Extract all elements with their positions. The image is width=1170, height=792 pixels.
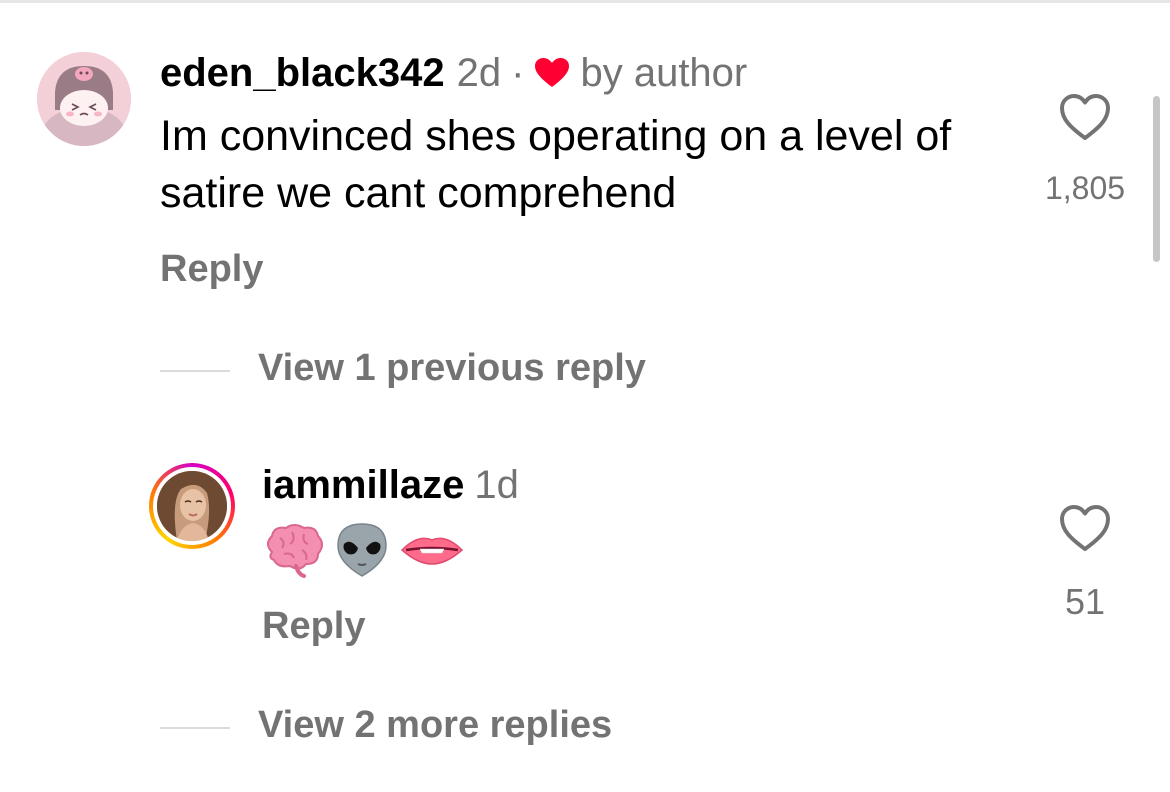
reply-button[interactable]: Reply [262,603,365,649]
comment-header: iammillaze 1d [262,462,519,508]
biting-lip-emoji [400,537,464,565]
avatar[interactable] [37,52,131,146]
username[interactable]: eden_black342 [160,51,445,95]
liked-by-author-label: by author [580,51,748,95]
like-count: 51 [1064,581,1106,622]
alien-emoji [337,523,387,577]
thread-line [160,727,230,729]
like-count: 1,805 [1044,170,1126,206]
profile-photo-avatar [157,471,227,541]
brain-emoji [267,524,323,578]
comment-text: Im convinced shes operating on a level o… [160,112,952,217]
comment-header: eden_black342 2d · by author [160,50,747,96]
view-previous-replies-button[interactable]: View 1 previous reply [258,345,646,391]
username[interactable]: iammillaze [262,463,464,507]
top-divider [0,0,1170,3]
view-more-replies-button[interactable]: View 2 more replies [258,702,612,748]
heart-outline-icon[interactable] [1058,503,1112,553]
thread-line [160,370,230,372]
separator: · [511,51,525,95]
timestamp: 1d [474,463,519,507]
cartoon-avatar-icon [37,52,131,146]
avatar-story-ring[interactable] [149,463,235,549]
heart-outline-icon[interactable] [1058,92,1112,142]
avatar [157,471,227,541]
heart-filled-icon [534,53,570,87]
reply-button[interactable]: Reply [160,246,263,292]
timestamp: 2d [456,51,502,95]
